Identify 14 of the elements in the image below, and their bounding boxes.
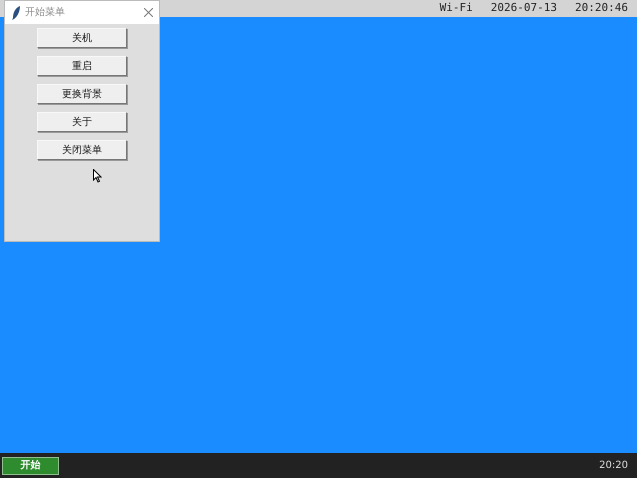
menu-button[interactable]: 更换背景 [37,84,127,104]
start-button[interactable]: 开始 [2,456,59,474]
cursor-icon [93,169,102,183]
feather-icon [12,6,21,20]
menu-button[interactable]: 重启 [37,56,127,76]
wifi-label: Wi-Fi [440,0,473,16]
close-icon[interactable] [144,8,153,17]
time-label: 20:20:46 [575,0,628,16]
menu-button[interactable]: 关闭菜单 [37,140,127,160]
date-label: 2026-07-13 [490,0,558,16]
menu-button[interactable]: 关机 [37,28,127,48]
taskbar-clock: 20:20 [599,459,628,473]
window-title: 开始菜单 [25,6,66,20]
menu-button[interactable]: 关于 [37,112,127,132]
